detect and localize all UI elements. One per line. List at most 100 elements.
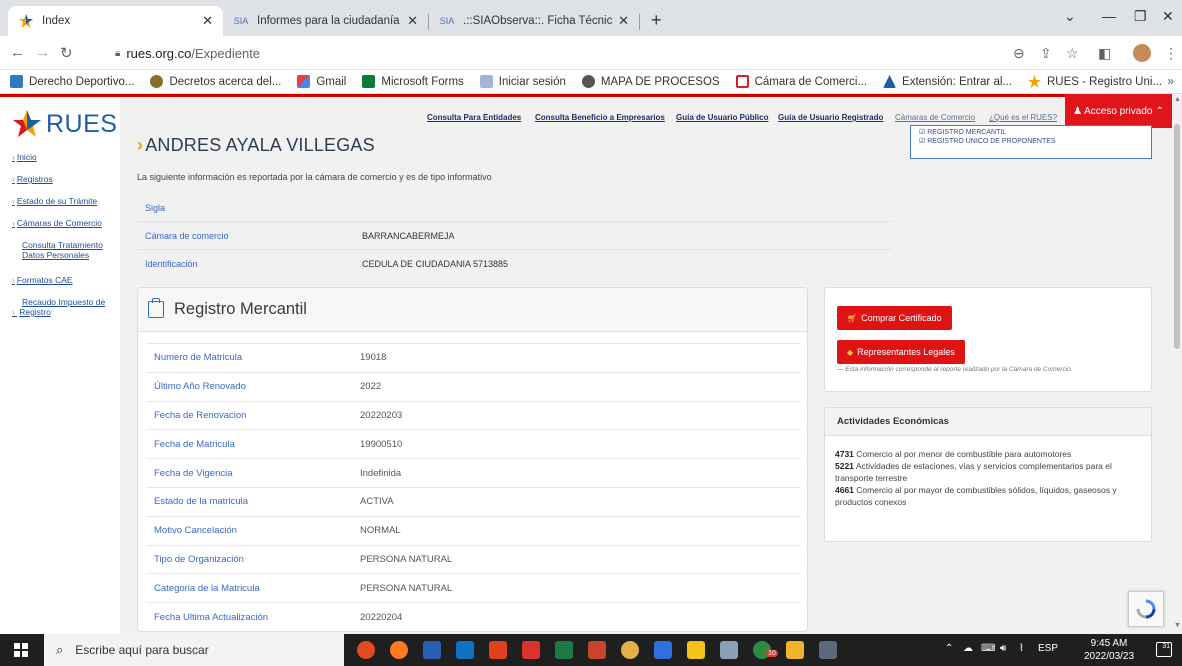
outlook-app-icon[interactable] [456,641,474,659]
row-value: 2022 [360,381,382,393]
profile-avatar[interactable] [1133,44,1151,62]
scrollbar-thumb[interactable] [1174,124,1180,349]
activity-text: Comercio al por menor de combustible par… [856,449,1072,459]
url-bar[interactable]: 🔒︎ rues.org.co/Expediente [105,41,1000,66]
bookmark-item[interactable]: Cámara de Comerci... [735,75,867,88]
actividades-list: 4731 Comercio al por menor de combustibl… [835,448,1145,508]
row-value: NORMAL [360,525,401,537]
registro-option[interactable]: ☑ REGISTRO UNICO DE PROPONENTES [919,137,1143,146]
reload-icon[interactable]: ↻ [60,44,73,62]
new-tab-button[interactable]: + [651,10,662,31]
system-clock[interactable]: 9:45 AM 2022/03/23 [1084,637,1134,663]
menu-icon[interactable]: ⋮ [1164,45,1178,62]
sidebar-item-estado-tramite[interactable]: › Estado de su Trámite [12,196,97,206]
bookmark-item[interactable]: Decretos acerca del... [150,75,281,88]
bookmark-item[interactable]: RUES - Registro Uni... [1028,75,1162,88]
zoom-app-icon[interactable] [654,641,672,659]
tab-siaobserva[interactable]: SIA .::SIAObserva::. Ficha Técnica Con ✕ [429,6,639,36]
firefox-app-icon[interactable] [390,641,408,659]
chrome-app-icon[interactable] [357,641,375,659]
rues-star-icon [13,110,41,137]
acceso-privado-button[interactable]: ♟ Acceso privado ⌃ [1065,94,1172,128]
page-scrollbar[interactable]: ▲ ▼ [1172,94,1182,634]
share-icon[interactable]: ⇪ [1040,45,1052,62]
registro-option[interactable]: ☑ REGISTRO MERCANTIL [919,128,1143,137]
network-app-icon[interactable] [720,641,738,659]
file-explorer-app-icon[interactable] [786,641,804,659]
row-value: PERSONA NATURAL [360,582,453,594]
lock-icon: 🔒︎ [115,48,121,59]
bookmark-star-icon[interactable]: ☆ [1066,45,1079,62]
clock-time: 9:45 AM [1090,638,1128,649]
button-label: Representantes Legales [857,347,955,357]
sidebar-item-formatos-cae[interactable]: › Formatos CAE [12,275,73,285]
row-label: Fecha Ultima Actualización [154,611,269,623]
sticky-notes-app-icon[interactable] [687,641,705,659]
sidepanel-icon[interactable]: ◧ [1098,45,1111,62]
close-tab-icon[interactable]: ✕ [407,13,418,29]
bookmark-item[interactable]: Iniciar sesión [479,75,566,88]
onedrive-icon[interactable]: ☁ [963,643,973,654]
network-icon[interactable]: ⌇ [1019,643,1024,654]
sidebar-item-inicio[interactable]: › Inicio [12,152,37,162]
registro-filter-box: ☑ REGISTRO MERCANTIL ☑ REGISTRO UNICO DE… [910,125,1152,159]
recaptcha-badge[interactable] [1128,591,1164,627]
row-label: Cámara de comercio [145,230,229,241]
tray-chevron-icon[interactable]: ⌃ [945,643,953,654]
forward-icon[interactable]: → [35,44,50,61]
tab-search-icon[interactable]: ⌄ [1064,8,1076,25]
bookmark-item[interactable]: Derecho Deportivo... [10,75,134,88]
hand-app-icon[interactable] [621,641,639,659]
keyboard-icon[interactable]: ⌨ [981,643,995,654]
powerpoint-app-icon[interactable] [588,641,606,659]
sidebar-item-registros[interactable]: › Registros [12,174,53,184]
language-indicator[interactable]: ESP [1038,643,1058,654]
taskbar-search[interactable]: ⌕ Escribe aquí para buscar [44,634,344,666]
table-row: Identificación CEDULA DE CIUDADANIA 57138… [137,250,892,278]
topmenu-beneficio-empresarios[interactable]: Consulta Beneficio a Empresarios [535,113,665,122]
volume-icon[interactable]: 🔊︎ [1000,643,1006,654]
calculator-app-icon[interactable] [819,641,837,659]
topmenu-consulta-entidades[interactable]: Consulta Para Entidades [427,113,521,122]
windows-start-icon[interactable] [14,643,28,657]
table-row: Motivo Cancelación NORMAL [146,515,801,545]
bookmark-item[interactable]: Microsoft Forms [362,75,464,88]
close-tab-icon[interactable]: ✕ [202,13,213,29]
row-value: BARRANCABERMEJA [362,230,455,241]
table-row: Último Año Renovado 2022 [146,371,801,401]
restore-button[interactable]: ❐ [1134,8,1147,25]
sidebar-item-recaudo-impuesto[interactable]: Recaudo Impuesto de › Registro [12,297,106,317]
bookmark-item[interactable]: MAPA DE PROCESOS [581,75,720,88]
office-app-icon[interactable] [522,641,540,659]
tab-index[interactable]: Index ✕ [8,6,223,36]
rues-logo[interactable]: RUES [12,109,117,139]
scroll-down-icon[interactable]: ▼ [1174,622,1181,629]
minimize-button[interactable]: — [1102,8,1116,24]
tab-informes[interactable]: SIA Informes para la ciudadanía ✕ [223,6,428,36]
topmenu-guia-registrado[interactable]: Guía de Usuario Registrado [778,113,883,122]
bookmark-item[interactable]: Extensión: Entrar al... [883,75,1012,88]
acrobat-app-icon[interactable] [489,641,507,659]
page-title: › ANDRES AYALA VILLEGAS [137,135,375,156]
sidebar-item-tratamiento-datos[interactable]: Consulta Tratamiento Datos Personales [22,240,103,260]
bookmark-item[interactable]: Gmail [297,75,346,88]
scroll-up-icon[interactable]: ▲ [1174,96,1181,103]
chevron-right-icon: › [12,174,15,184]
comprar-certificado-button[interactable]: 🛒︎ Comprar Certificado [837,306,952,330]
sidebar-item-camaras[interactable]: › Cámaras de Comercio [12,218,102,228]
sidebar-item-label: Recaudo Impuesto de [22,297,106,307]
back-icon[interactable]: ← [10,44,25,61]
topmenu-que-es-rues[interactable]: ¿Qué es el RUES? [989,113,1057,122]
row-value: 20220203 [360,409,403,421]
notification-center-icon[interactable]: 31 [1156,642,1172,657]
close-tab-icon[interactable]: ✕ [618,13,629,29]
bookmark-label: Decretos acerca del... [169,75,282,88]
word-app-icon[interactable] [423,641,441,659]
zoom-icon[interactable]: ⊖ [1013,45,1025,62]
close-window-button[interactable]: ✕ [1162,8,1174,25]
topmenu-camaras[interactable]: Cámaras de Comercio [895,113,975,122]
more-bookmarks-icon[interactable]: » [1167,74,1174,88]
excel-app-icon[interactable] [555,641,573,659]
representantes-legales-button[interactable]: ◆ Representantes Legales [837,340,965,364]
topmenu-guia-publico[interactable]: Guía de Usuario Público [676,113,768,122]
